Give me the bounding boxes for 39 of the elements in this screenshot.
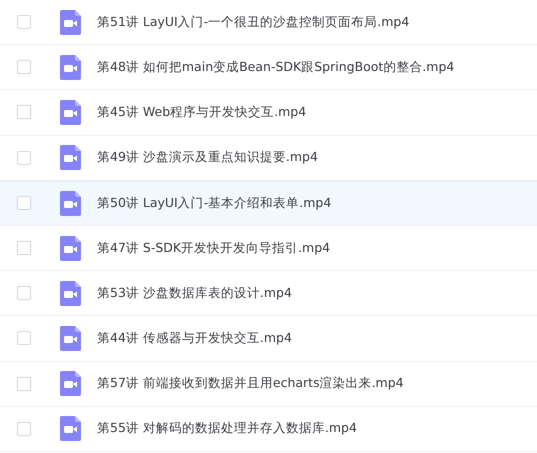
file-name[interactable]: 第45讲 Web程序与开发快交互.mp4 [97, 103, 306, 122]
file-name[interactable]: 第47讲 S-SDK开发快开发向导指引.mp4 [97, 238, 330, 258]
file-name[interactable]: 第51讲 LayUI入门-一个很丑的沙盘控制页面布局.mp4 [97, 12, 410, 32]
file-row[interactable]: 第47讲 S-SDK开发快开发向导指引.mp4 [0, 226, 537, 272]
video-file-icon [60, 326, 81, 351]
video-file-icon [60, 100, 81, 125]
file-row[interactable]: 第57讲 前端接收到数据并且用echarts渲染出来.mp4 [0, 362, 537, 407]
file-row[interactable]: 第51讲 LayUI入门-一个很丑的沙盘控制页面布局.mp4 [0, 0, 537, 46]
checkbox[interactable] [17, 331, 31, 346]
checkbox[interactable] [17, 105, 31, 120]
file-name[interactable]: 第57讲 前端接收到数据并且用echarts渲染出来.mp4 [97, 374, 404, 393]
file-name[interactable]: 第48讲 如何把main变成Bean-SDK跟SpringBoot的整合.mp4 [97, 58, 454, 77]
file-row[interactable]: 第55讲 对解码的数据处理并存入数据库.mp4 [0, 406, 537, 452]
checkbox[interactable] [17, 150, 31, 165]
checkbox[interactable] [17, 15, 31, 30]
checkbox[interactable] [17, 376, 31, 391]
video-file-icon [60, 236, 81, 261]
file-name[interactable]: 第55讲 对解码的数据处理并存入数据库.mp4 [97, 419, 357, 438]
file-row[interactable]: 第48讲 如何把main变成Bean-SDK跟SpringBoot的整合.mp4 [0, 45, 537, 90]
file-name[interactable]: 第50讲 LayUI入门-基本介绍和表单.mp4 [97, 194, 332, 213]
checkbox[interactable] [17, 196, 31, 210]
video-file-icon [60, 280, 81, 306]
video-file-icon [60, 190, 81, 216]
checkbox[interactable] [17, 286, 31, 300]
video-file-icon [60, 145, 81, 170]
file-name[interactable]: 第44讲 传感器与开发快交互.mp4 [97, 329, 292, 348]
video-file-icon [60, 10, 81, 35]
checkbox[interactable] [17, 241, 31, 256]
video-file-icon [60, 54, 81, 80]
video-file-icon [60, 371, 81, 396]
file-row[interactable]: 第44讲 传感器与开发快交互.mp4 [0, 316, 537, 362]
file-row[interactable]: 第50讲 LayUI入门-基本介绍和表单.mp4 [0, 180, 537, 226]
file-row[interactable]: 第45讲 Web程序与开发快交互.mp4 [0, 90, 537, 136]
checkbox[interactable] [17, 60, 31, 74]
checkbox[interactable] [17, 422, 31, 436]
file-name[interactable]: 第53讲 沙盘数据库表的设计.mp4 [97, 284, 292, 303]
file-row[interactable]: 第53讲 沙盘数据库表的设计.mp4 [0, 271, 537, 316]
video-file-icon [60, 416, 81, 442]
file-name[interactable]: 第49讲 沙盘演示及重点知识提要.mp4 [97, 148, 318, 168]
